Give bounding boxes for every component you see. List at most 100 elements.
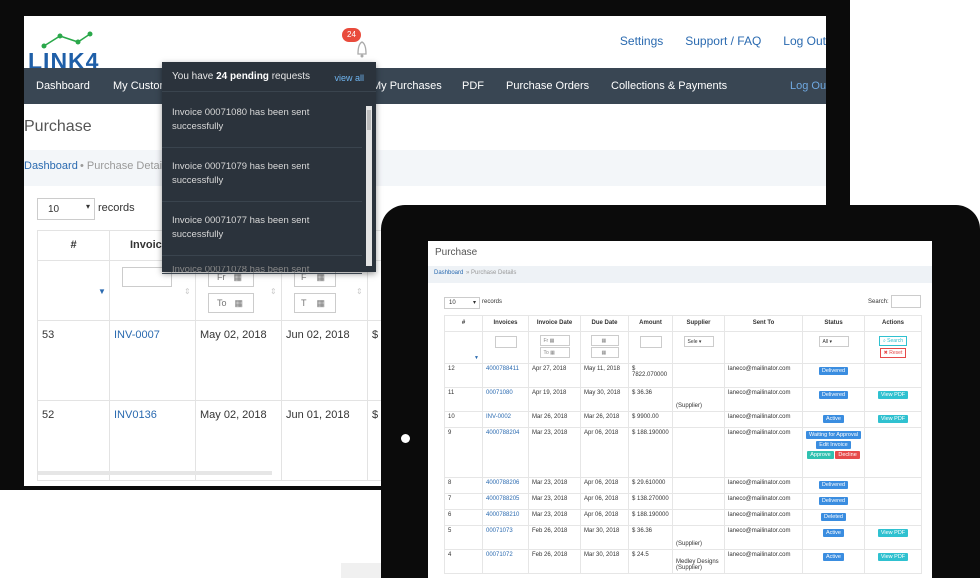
sort-icon[interactable]: ⇕ [270,287,277,296]
invoice-link[interactable]: 4000788204 [486,430,519,436]
nav-logout[interactable]: Log Out [790,80,826,92]
invoice-link[interactable]: 4000788205 [486,496,519,502]
col-number[interactable]: # [37,230,110,261]
table-row[interactable]: 10 INV-0002 Mar 26, 2018 Mar 26, 2018 $ 9900… [444,411,922,428]
invoice-link[interactable]: INV-0002 [486,414,511,420]
view-pdf-button[interactable]: View PDF [877,529,909,537]
amount: $ 188.190000 [632,430,669,436]
invoice-link[interactable]: INV0136 [109,400,196,481]
page-title: Purchase [24,118,92,135]
table-row[interactable]: 8 4000788206 Mar 23, 2018 Apr 06, 2018 $ 29.… [444,477,922,494]
tablet-date-to-input[interactable]: To ▦ [539,347,570,358]
table-cell: INV-0002 [482,411,529,428]
nav-purchase-orders[interactable]: Purchase Orders [506,80,589,92]
table-cell: Mar 23, 2018 [528,427,581,478]
row-number: 12 [448,366,455,372]
nav-pdf[interactable]: PDF [462,80,484,92]
support-faq-link[interactable]: Support / FAQ [685,34,761,48]
status-cell: Delivered [802,387,865,412]
invoice-link[interactable]: 4000788210 [486,512,519,518]
sort-desc-icon[interactable]: ▼ [98,287,106,296]
sort-desc-icon[interactable]: ▼ [474,355,479,361]
tablet-col-header[interactable]: Status [802,315,865,332]
status-cell: Active [802,549,865,574]
invoice-date-to-input[interactable]: To ▦ [208,293,254,313]
tablet-records-length-select[interactable]: 10 ▾ [444,297,480,309]
actions-cell: View PDF [864,387,922,412]
tablet-invoice-filter-input[interactable] [494,336,517,348]
tablet-screen: Purchase Dashboard » Purchase Details 10… [428,241,932,578]
notification-item[interactable]: Invoice 00071078 has been sent [162,266,362,274]
tablet-col-header[interactable]: Invoices [482,315,529,332]
settings-link[interactable]: Settings [620,34,663,48]
due-date-to-input[interactable]: T ▦ [294,293,336,313]
table-row[interactable]: 4 00071072 Feb 26, 2018 Mar 30, 2018 $ 24.5 M… [444,549,922,574]
table-row[interactable]: 7 4000788205 Mar 23, 2018 Apr 06, 2018 $ 138… [444,493,922,510]
breadcrumb-dashboard[interactable]: Dashboard [24,160,78,172]
row-number: 8 [448,480,452,486]
tablet-col-header[interactable]: Actions [864,315,922,332]
table-row[interactable]: 5 00071073 Feb 26, 2018 Mar 30, 2018 $ 36.36… [444,525,922,550]
sort-icon[interactable]: ⇕ [356,287,363,296]
table-row[interactable]: 6 4000788210 Mar 23, 2018 Apr 06, 2018 $ 188… [444,509,922,526]
nav-my-purchases[interactable]: My Purchases [372,80,442,92]
status-cell: Active [802,411,865,428]
tablet-due-from-input[interactable]: ▦ [590,335,619,346]
notification-item[interactable]: Invoice 00071077 has been sent successfu… [162,212,362,256]
records-length-select[interactable]: 10 ▾ [37,198,95,220]
tablet-status-select[interactable]: All ▾ [818,336,849,347]
view-pdf-button[interactable]: View PDF [877,391,909,399]
top-links: Settings Support / FAQ Log Out [620,34,826,48]
tablet-search-input[interactable] [891,295,921,308]
tablet-due-to-input[interactable]: ▦ [590,347,619,358]
tablet-amount-filter-input[interactable] [639,336,662,348]
tablet-col-header[interactable]: Supplier [672,315,725,332]
tablet-col-header[interactable]: Due Date [580,315,629,332]
filter-cell: Sele ▾ [672,331,725,364]
notification-count-badge[interactable]: 24 [342,28,361,42]
invoice-link[interactable]: 00071072 [486,552,513,558]
table-row[interactable]: 9 4000788204 Mar 23, 2018 Apr 06, 2018 $ 188… [444,427,922,478]
sent-to-email: laneco@mailinator.com [728,414,791,420]
view-pdf-button[interactable]: View PDF [877,415,909,423]
horizontal-scrollbar[interactable] [38,471,272,475]
tablet-invoice-table: # Invoices Invoice Date Due Date Amount Suppl… [444,315,922,574]
nav-collections-payments[interactable]: Collections & Payments [611,80,727,92]
table-cell: laneco@mailinator.com [724,525,803,550]
tablet-col-header[interactable]: Sent To [724,315,803,332]
table-row[interactable]: 52 INV0136 May 02, 2018 Jun 01, 2018 $ 5 [37,400,398,481]
invoice-link[interactable]: 00071073 [486,528,513,534]
tablet-col-header[interactable]: Invoice Date [528,315,581,332]
tablet-frame: Purchase Dashboard » Purchase Details 10… [381,205,980,578]
decline-button[interactable]: Decline [835,451,860,459]
table-cell: $ 188.190000 [628,427,673,478]
notification-item[interactable]: Invoice 00071080 has been sent successfu… [162,106,362,148]
notification-item[interactable]: Invoice 00071079 has been sent successfu… [162,158,362,202]
invoice-link[interactable]: 4000788411 [486,366,519,372]
view-all-link[interactable]: view all [334,73,364,83]
dropdown-scrollbar[interactable] [366,106,372,266]
nav-dashboard[interactable]: Dashboard [36,80,90,92]
invoice-link[interactable]: 00071080 [486,390,513,396]
tablet-reset-button[interactable]: ✖ Reset [879,348,907,358]
tablet-breadcrumb-dashboard[interactable]: Dashboard [434,270,463,276]
table-row[interactable]: 12 4000788411 Apr 27, 2018 May 11, 2018 $ 78… [444,363,922,388]
logout-link[interactable]: Log Out [783,34,826,48]
invoice-link[interactable]: 4000788206 [486,480,519,486]
edit-invoice-button[interactable]: Edit Invoice [816,441,851,449]
view-pdf-button[interactable]: View PDF [877,553,909,561]
table-row[interactable]: 53 INV-0007 May 02, 2018 Jun 02, 2018 $ … [37,320,398,401]
tablet-date-from-input[interactable]: Fr ▦ [539,335,570,346]
tablet-col-header[interactable]: # [444,315,483,332]
tablet-supplier-select[interactable]: Sele ▾ [683,336,714,347]
invoice-link[interactable]: INV-0007 [109,320,196,401]
tablet-breadcrumb: Dashboard » Purchase Details [428,266,932,283]
tablet-col-header[interactable]: Amount [628,315,673,332]
invoice-date: Mar 23, 2018 [532,496,568,502]
nav-my-customers[interactable]: My Custom [113,80,169,92]
table-row[interactable]: 11 00071080 Apr 19, 2018 May 30, 2018 $ 36.3… [444,387,922,412]
table-cell: 00071072 [482,549,529,574]
tablet-search-button[interactable]: ⌕ Search [878,336,908,346]
sort-icon[interactable]: ⇕ [184,287,191,296]
approve-button[interactable]: Approve [807,451,834,459]
